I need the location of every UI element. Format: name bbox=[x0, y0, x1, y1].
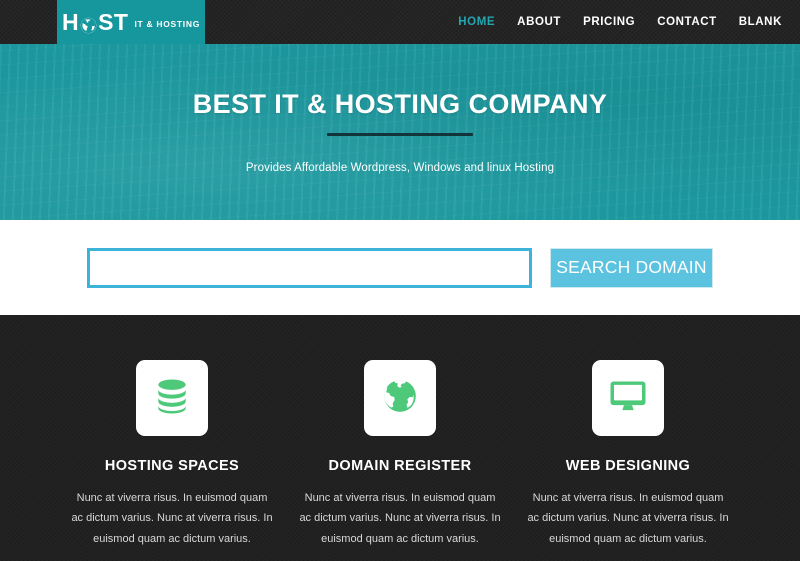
domain-search-section: SEARCH DOMAIN bbox=[0, 220, 800, 315]
feature-domain-register: DOMAIN REGISTER Nunc at viverra risus. I… bbox=[286, 360, 514, 561]
feature-description: Nunc at viverra risus. In euismod quam a… bbox=[527, 492, 729, 545]
feature-title: HOSTING SPACES bbox=[104, 458, 240, 474]
site-logo[interactable]: H ST IT & HOSTING bbox=[57, 0, 205, 44]
main-navigation: HOME ABOUT PRICING CONTACT BLANK bbox=[458, 0, 782, 44]
database-icon bbox=[152, 376, 192, 421]
logo-wordmark: H ST bbox=[61, 8, 129, 35]
logo-letters-st: ST bbox=[98, 8, 129, 35]
feature-title: DOMAIN REGISTER bbox=[328, 458, 472, 474]
page-root: H ST IT & HOSTING HOME ABOUT PRICING CON… bbox=[0, 0, 800, 561]
hero-divider bbox=[327, 133, 473, 136]
desktop-monitor-icon bbox=[608, 376, 648, 421]
hero-title: BEST IT & HOSTING COMPANY bbox=[192, 89, 608, 119]
hero-banner: BEST IT & HOSTING COMPANY Provides Affor… bbox=[0, 44, 800, 220]
feature-icon-card bbox=[364, 360, 436, 436]
globe-icon bbox=[381, 377, 419, 420]
feature-title: WEB DESIGNING bbox=[565, 458, 691, 474]
nav-item-about[interactable]: ABOUT bbox=[517, 16, 561, 28]
search-domain-input[interactable] bbox=[87, 247, 532, 288]
search-domain-button[interactable]: SEARCH DOMAIN bbox=[550, 247, 713, 288]
feature-web-designing: WEB DESIGNING Nunc at viverra risus. In … bbox=[514, 360, 742, 561]
nav-item-blank[interactable]: BLANK bbox=[739, 16, 782, 28]
logo-letter-h: H bbox=[61, 8, 80, 35]
feature-description: Nunc at viverra risus. In euismod quam a… bbox=[299, 492, 501, 545]
hero-subtitle: Provides Affordable Wordpress, Windows a… bbox=[245, 162, 555, 174]
nav-item-home[interactable]: HOME bbox=[458, 16, 495, 28]
feature-hosting-spaces: HOSTING SPACES Nunc at viverra risus. In… bbox=[58, 360, 286, 561]
features-section: HOSTING SPACES Nunc at viverra risus. In… bbox=[0, 315, 800, 561]
logo-subtitle: IT & HOSTING bbox=[134, 19, 201, 29]
nav-item-pricing[interactable]: PRICING bbox=[583, 16, 635, 28]
globe-icon bbox=[80, 15, 97, 33]
feature-icon-card bbox=[136, 360, 208, 436]
nav-item-contact[interactable]: CONTACT bbox=[657, 16, 717, 28]
feature-icon-card bbox=[592, 360, 664, 436]
site-header: H ST IT & HOSTING HOME ABOUT PRICING CON… bbox=[0, 0, 800, 44]
feature-description: Nunc at viverra risus. In euismod quam a… bbox=[71, 492, 273, 545]
